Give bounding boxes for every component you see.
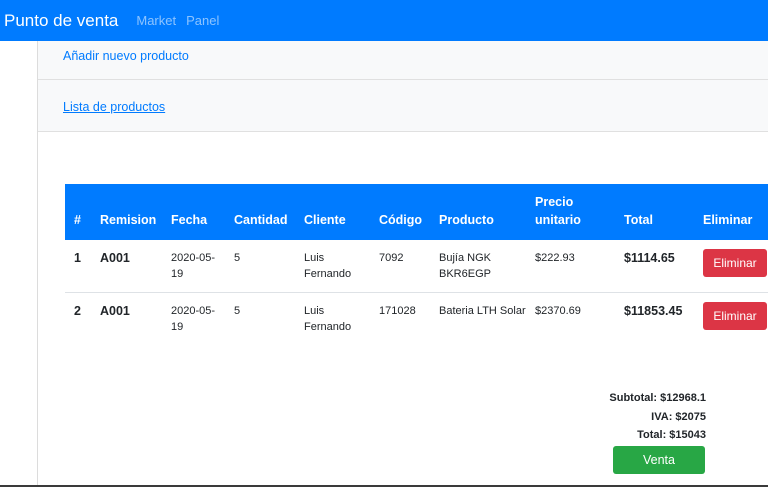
header-producto: Producto: [439, 213, 494, 227]
cell-num: 1: [74, 251, 81, 265]
cell-num: 2: [74, 303, 81, 318]
add-product-link[interactable]: Añadir nuevo producto: [63, 49, 189, 63]
sales-table-container: # Remision Fecha Cantidad Cliente Código…: [65, 184, 768, 344]
cell-cantidad: 5: [234, 304, 241, 317]
sale-summary: Subtotal: $12968.1 IVA: $2075 Total: $15…: [609, 389, 706, 445]
header-codigo: Código: [379, 213, 423, 227]
table-row: 2 A001 2020-05-19 5 Luis Fernando 171028…: [65, 292, 768, 344]
menu-item-add-product: Añadir nuevo producto: [38, 41, 768, 80]
cell-producto: Bateria LTH Solar: [439, 304, 526, 317]
cell-remision: A001: [100, 303, 130, 318]
brand-link[interactable]: Punto de venta: [4, 11, 118, 31]
header-remision: Remision: [100, 213, 157, 227]
table-row: 1 A001 2020-05-19 5 Luis Fernando 7092 B…: [65, 240, 768, 292]
cell-producto: Bujía NGK BKR6EGP: [439, 252, 491, 280]
nav-link-market[interactable]: Market: [136, 13, 176, 28]
cell-fecha: 2020-05-19: [171, 304, 216, 333]
subtotal-text: Subtotal: $12968.1: [609, 392, 706, 404]
sale-button[interactable]: Venta: [613, 446, 705, 474]
cell-cliente: Luis Fernando: [304, 304, 352, 333]
nav-link-panel[interactable]: Panel: [186, 13, 219, 28]
total-text: Total: $15043: [637, 429, 706, 441]
header-cliente: Cliente: [304, 213, 346, 227]
cell-codigo: 7092: [379, 252, 404, 264]
top-navbar: Punto de venta Market Panel: [0, 0, 768, 41]
header-num: #: [74, 213, 81, 227]
cell-total: $11853.45: [624, 303, 683, 318]
sales-table: # Remision Fecha Cantidad Cliente Código…: [65, 184, 768, 344]
cell-remision: A001: [100, 251, 130, 265]
cell-cliente: Luis Fernando: [304, 252, 352, 280]
cell-cantidad: 5: [234, 252, 241, 264]
cell-precio: $2370.69: [535, 304, 581, 317]
header-eliminar: Eliminar: [703, 213, 753, 227]
header-precio: Precio unitario: [535, 195, 581, 227]
delete-button[interactable]: Eliminar: [703, 301, 767, 330]
cell-fecha: 2020-05-19: [171, 252, 216, 280]
header-cantidad: Cantidad: [234, 213, 288, 227]
cell-total: $1114.65: [624, 251, 675, 265]
cell-codigo: 171028: [379, 304, 416, 317]
cell-eliminar: Eliminar: [694, 292, 768, 344]
cell-precio: $222.93: [535, 252, 575, 264]
table-header-row: # Remision Fecha Cantidad Cliente Código…: [65, 184, 768, 240]
header-total: Total: [624, 213, 653, 227]
delete-button[interactable]: Eliminar: [703, 249, 767, 277]
cell-eliminar: Eliminar: [694, 240, 768, 292]
iva-text: IVA: $2075: [651, 410, 706, 423]
product-list-link[interactable]: Lista de productos: [63, 100, 165, 114]
header-fecha: Fecha: [171, 213, 208, 227]
menu-item-product-list: Lista de productos: [38, 80, 768, 132]
